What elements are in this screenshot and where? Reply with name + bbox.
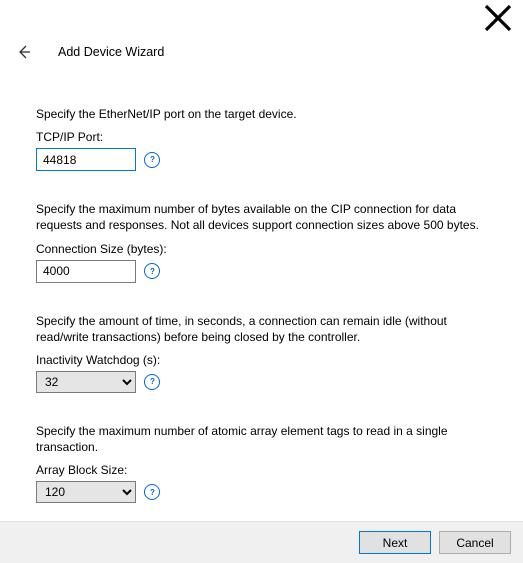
- question-icon: ?: [148, 267, 157, 276]
- cancel-button[interactable]: Cancel: [439, 531, 511, 554]
- desc-connection-size: Specify the maximum number of bytes avai…: [36, 201, 499, 233]
- desc-inactivity-watchdog: Specify the amount of time, in seconds, …: [36, 313, 499, 345]
- help-icon-inactivity-watchdog[interactable]: ?: [144, 374, 160, 390]
- tcp-port-input[interactable]: [36, 148, 136, 171]
- next-button[interactable]: Next: [359, 531, 431, 554]
- svg-text:?: ?: [150, 267, 155, 276]
- page-title: Add Device Wizard: [58, 45, 164, 59]
- help-icon-connection-size[interactable]: ?: [144, 263, 160, 279]
- question-icon: ?: [148, 488, 157, 497]
- field-row-inactivity-watchdog: 32 ?: [36, 371, 499, 393]
- section-inactivity-watchdog: Specify the amount of time, in seconds, …: [36, 313, 499, 393]
- wizard-content: Specify the EtherNet/IP port on the targ…: [36, 106, 499, 533]
- back-arrow-icon: [16, 44, 32, 60]
- array-block-size-select[interactable]: 120: [36, 481, 136, 503]
- inactivity-watchdog-select[interactable]: 32: [36, 371, 136, 393]
- label-tcp-port: TCP/IP Port:: [36, 130, 499, 144]
- label-inactivity-watchdog: Inactivity Watchdog (s):: [36, 353, 499, 367]
- wizard-footer: Next Cancel: [0, 521, 523, 563]
- field-row-array-block-size: 120 ?: [36, 481, 499, 503]
- section-array-block-size: Specify the maximum number of atomic arr…: [36, 423, 499, 503]
- label-connection-size: Connection Size (bytes):: [36, 242, 499, 256]
- help-icon-tcp-port[interactable]: ?: [144, 152, 160, 168]
- close-icon: [483, 3, 513, 33]
- help-icon-array-block-size[interactable]: ?: [144, 484, 160, 500]
- label-array-block-size: Array Block Size:: [36, 463, 499, 477]
- wizard-window: Add Device Wizard Specify the EtherNet/I…: [0, 0, 523, 563]
- field-row-connection-size: ?: [36, 260, 499, 283]
- svg-text:?: ?: [150, 488, 155, 497]
- close-button[interactable]: [483, 6, 513, 30]
- wizard-header: Add Device Wizard: [12, 40, 511, 64]
- question-icon: ?: [148, 377, 157, 386]
- section-connection-size: Specify the maximum number of bytes avai…: [36, 201, 499, 282]
- section-tcp-port: Specify the EtherNet/IP port on the targ…: [36, 106, 499, 171]
- desc-tcp-port: Specify the EtherNet/IP port on the targ…: [36, 106, 499, 122]
- desc-array-block-size: Specify the maximum number of atomic arr…: [36, 423, 499, 455]
- svg-text:?: ?: [150, 155, 155, 164]
- back-button[interactable]: [12, 40, 36, 64]
- connection-size-input[interactable]: [36, 260, 136, 283]
- svg-text:?: ?: [150, 378, 155, 387]
- question-icon: ?: [148, 155, 157, 164]
- field-row-tcp-port: ?: [36, 148, 499, 171]
